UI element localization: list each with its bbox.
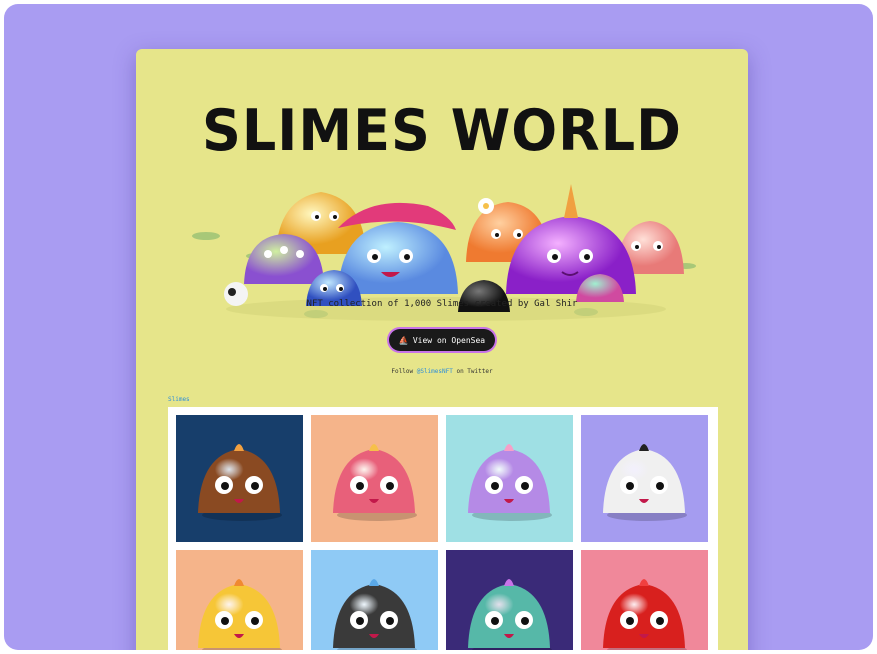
follow-prefix: Follow: [391, 368, 414, 375]
slime-image: [333, 444, 417, 521]
slime-image: [198, 579, 282, 650]
follow-suffix: on Twitter: [456, 368, 493, 375]
slime-image: [603, 579, 687, 650]
ship-icon: ⛵: [398, 335, 409, 345]
slime-tile[interactable]: [446, 550, 573, 650]
slime-image: [333, 579, 417, 650]
slime-image: [198, 444, 282, 521]
showcase-frame: SLIMES WORLD NFT collection of 1,000 Sli…: [4, 4, 873, 650]
view-on-opensea-button[interactable]: ⛵ View on OpenSea: [389, 329, 495, 351]
slime-image: [603, 444, 687, 521]
slime-gallery: [168, 407, 718, 650]
slime-image: [468, 579, 552, 650]
slime-tile[interactable]: [581, 415, 708, 542]
follow-line: Follow @SlimesNFT on Twitter: [136, 368, 748, 375]
slime-tile[interactable]: [176, 550, 303, 650]
twitter-handle-link[interactable]: @SlimesNFT: [417, 368, 453, 375]
tagline: NFT collection of 1,000 Slimes created b…: [306, 299, 578, 309]
gallery-section-label[interactable]: Slimes: [168, 396, 190, 403]
hero-illustration: [192, 184, 696, 321]
slime-image: [468, 444, 552, 521]
slime-tile[interactable]: [311, 415, 438, 542]
slime-tile[interactable]: [311, 550, 438, 650]
slime-tile[interactable]: [446, 415, 573, 542]
cta-label: View on OpenSea: [412, 335, 486, 345]
website-page: SLIMES WORLD NFT collection of 1,000 Sli…: [136, 49, 748, 650]
slime-tile[interactable]: [581, 550, 708, 650]
slime-tile[interactable]: [176, 415, 303, 542]
